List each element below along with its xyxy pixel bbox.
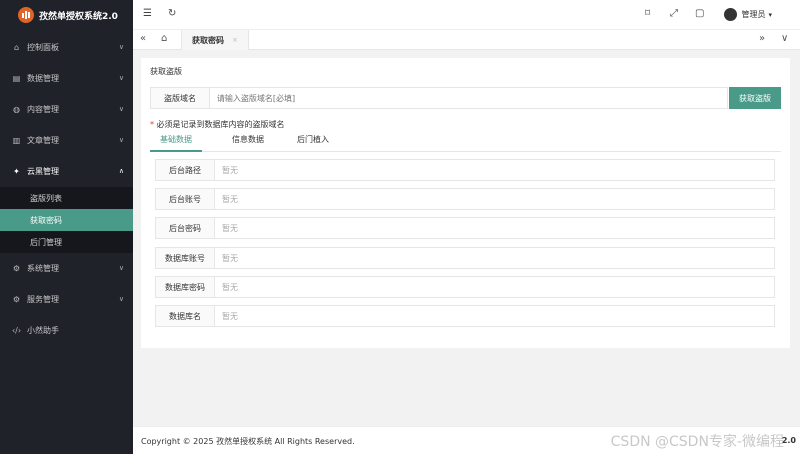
tab-get-password[interactable]: 获取密码 × — [181, 30, 249, 50]
sidebar-item-label: 文章管理 — [27, 136, 59, 145]
globe-icon: ◍ — [13, 105, 20, 114]
chevron-down-icon: ∨ — [118, 74, 124, 82]
chevron-down-icon[interactable]: ∨ — [781, 33, 788, 44]
sidebar-item-label: 云黑管理 — [27, 167, 59, 176]
sidebar-item-data[interactable]: ▤ 数据管理 ∨ — [0, 63, 133, 94]
sidebar-item-label: 服务管理 — [27, 295, 59, 304]
field-label: 数据库名 — [155, 305, 215, 327]
field-row: 数据库名 暂无 — [155, 305, 775, 327]
sidebar-item-articles[interactable]: ▥ 文章管理 ∨ — [0, 125, 133, 156]
field-value: 暂无 — [215, 159, 775, 181]
field-label: 数据库账号 — [155, 247, 215, 269]
field-row: 后台账号 暂无 — [155, 188, 775, 210]
sidebar-item-service[interactable]: ⚙ 服务管理 ∨ — [0, 284, 133, 315]
refresh-icon[interactable]: ↻ — [168, 8, 176, 19]
lock-icon[interactable]: ▢ — [695, 8, 704, 19]
field-row: 后台路径 暂无 — [155, 159, 775, 181]
home-tab-icon[interactable]: ⌂ — [161, 33, 167, 44]
footer: Copyright © 2025 孜然单授权系统 All Rights Rese… — [133, 426, 800, 454]
avatar — [724, 8, 738, 21]
field-value: 暂无 — [215, 305, 775, 327]
field-row: 数据库密码 暂无 — [155, 276, 775, 298]
sidebar-item-label: 控制面板 — [27, 43, 59, 52]
book-icon: ▥ — [12, 136, 21, 145]
tab-backdoor[interactable]: 后门植入 — [297, 134, 329, 145]
menu-toggle-icon[interactable]: ☰ — [143, 8, 152, 19]
app-title: 孜然单授权系统2.0 — [39, 11, 118, 22]
tab-basic-data[interactable]: 基础数据 — [160, 134, 192, 145]
field-label: 后台账号 — [155, 188, 215, 210]
tabs-scroll-right-icon[interactable]: » — [759, 33, 765, 44]
server-icon: ⚙ — [12, 295, 21, 304]
card-title: 获取盗版 — [150, 67, 182, 76]
username: 管理员 — [741, 10, 766, 19]
required-star: * — [150, 120, 154, 129]
copyright: Copyright © 2025 孜然单授权系统 All Rights Rese… — [141, 437, 355, 446]
caret-down-icon: ▾ — [768, 10, 772, 19]
chevron-down-icon: ∨ — [118, 264, 124, 272]
tab-label: 获取密码 — [192, 35, 224, 45]
sidebar-subitem-label: 盗版列表 — [30, 193, 62, 203]
sidebar-subnav: 盗版列表 获取密码 后门管理 — [0, 187, 133, 253]
sidebar-subitem-get-password[interactable]: 获取密码 — [0, 209, 133, 231]
tab-info-data[interactable]: 信息数据 — [232, 134, 264, 145]
magic-icon: ✦ — [13, 167, 20, 176]
field-value: 暂无 — [215, 217, 775, 239]
sidebar-subitem-label: 获取密码 — [30, 215, 62, 225]
sidebar: 孜然单授权系统2.0 ⌂ 控制面板 ∨ ▤ 数据管理 ∨ ◍ 内容管理 ∨ ▥ … — [0, 0, 133, 454]
home-icon: ⌂ — [13, 43, 20, 52]
code-icon: ‹/› — [11, 326, 22, 335]
sidebar-item-dashboard[interactable]: ⌂ 控制面板 ∨ — [0, 32, 133, 63]
sidebar-subitem-piracy-list[interactable]: 盗版列表 — [0, 187, 133, 209]
form-hint: * 必须是记录到数据库内容的盗版域名 — [150, 119, 285, 130]
chevron-down-icon: ∨ — [118, 295, 124, 303]
chevron-down-icon: ∨ — [118, 43, 124, 51]
field-label: 后台密码 — [155, 217, 215, 239]
field-value: 暂无 — [215, 247, 775, 269]
sidebar-item-cloud-black[interactable]: ✦ 云黑管理 ∧ — [0, 156, 133, 187]
app-logo[interactable]: 孜然单授权系统2.0 — [0, 0, 133, 30]
chevron-down-icon: ∨ — [118, 136, 124, 144]
hint-text: 必须是记录到数据库内容的盗版域名 — [156, 120, 285, 129]
field-row: 数据库账号 暂无 — [155, 247, 775, 269]
domain-form: 盗版域名 获取盗版 — [150, 87, 781, 109]
get-piracy-button[interactable]: 获取盗版 — [729, 87, 781, 109]
tag-icon[interactable]: ⌑ — [645, 8, 650, 19]
database-icon: ▤ — [12, 74, 21, 83]
sidebar-item-system[interactable]: ⚙ 系统管理 ∨ — [0, 253, 133, 284]
sidebar-item-label: 内容管理 — [27, 105, 59, 114]
field-label: 后台路径 — [155, 159, 215, 181]
active-tab-underline — [150, 150, 202, 152]
logo-icon — [18, 7, 34, 23]
sidebar-item-assistant[interactable]: ‹/› 小然助手 — [0, 315, 133, 346]
close-icon[interactable]: × — [232, 36, 238, 44]
field-label: 数据库密码 — [155, 276, 215, 298]
chevron-down-icon: ∨ — [118, 105, 124, 113]
top-header: ☰ ↻ ⌑ ⤢ ▢ 管理员 ▾ — [133, 0, 800, 30]
chevron-up-icon: ∧ — [118, 167, 124, 175]
domain-input[interactable] — [209, 87, 729, 109]
sidebar-item-label: 数据管理 — [27, 74, 59, 83]
version: 2.0 — [781, 436, 796, 445]
user-menu[interactable]: 管理员 ▾ — [724, 8, 772, 21]
sidebar-subitem-backdoor[interactable]: 后门管理 — [0, 231, 133, 253]
sidebar-item-label: 小然助手 — [27, 326, 59, 335]
data-tabs: 基础数据 信息数据 后门植入 — [150, 130, 781, 152]
watermark: CSDN @CSDN专家-微编程 — [610, 434, 784, 450]
sidebar-item-content[interactable]: ◍ 内容管理 ∨ — [0, 94, 133, 125]
get-piracy-card: 获取盗版 盗版域名 获取盗版 * 必须是记录到数据库内容的盗版域名 基础数据 信… — [141, 58, 790, 348]
sidebar-item-label: 系统管理 — [27, 264, 59, 273]
field-row: 后台密码 暂无 — [155, 217, 775, 239]
field-value: 暂无 — [215, 188, 775, 210]
field-value: 暂无 — [215, 276, 775, 298]
domain-label: 盗版域名 — [150, 87, 210, 109]
sidebar-subitem-label: 后门管理 — [30, 237, 62, 247]
fullscreen-icon[interactable]: ⤢ — [670, 8, 678, 19]
tab-bar: « ⌂ 获取密码 × » ∨ — [133, 30, 800, 50]
tabs-scroll-left-icon[interactable]: « — [140, 33, 146, 44]
gear-icon: ⚙ — [12, 264, 21, 273]
